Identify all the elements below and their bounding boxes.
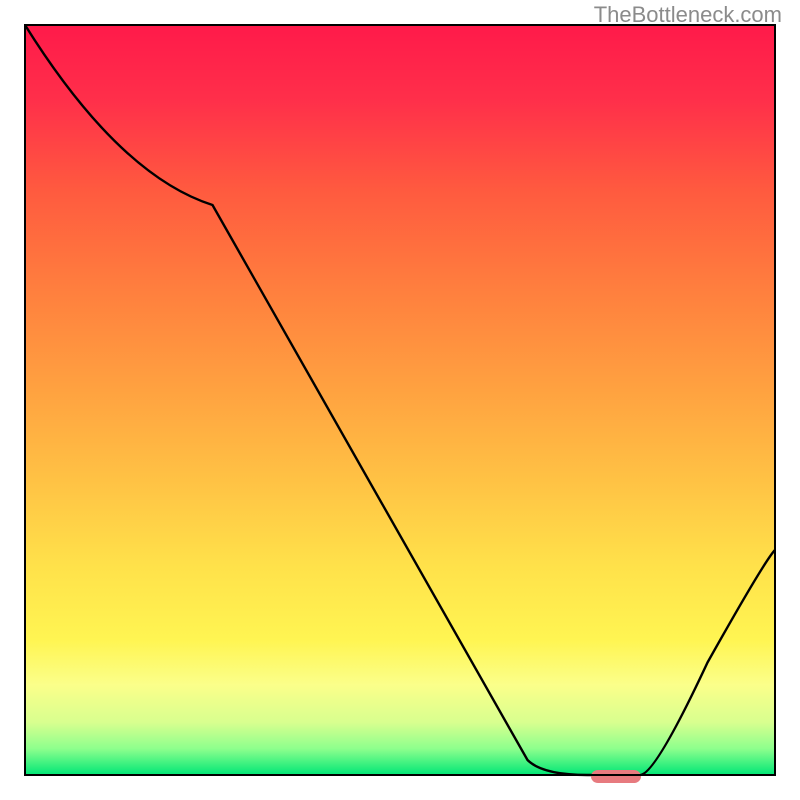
bottleneck-chart xyxy=(0,0,800,800)
site-attribution: TheBottleneck.com xyxy=(594,2,782,28)
gradient-plot-area xyxy=(25,25,775,775)
optimal-marker xyxy=(591,770,641,783)
chart-container: { "attribution": "TheBottleneck.com", "g… xyxy=(0,0,800,800)
